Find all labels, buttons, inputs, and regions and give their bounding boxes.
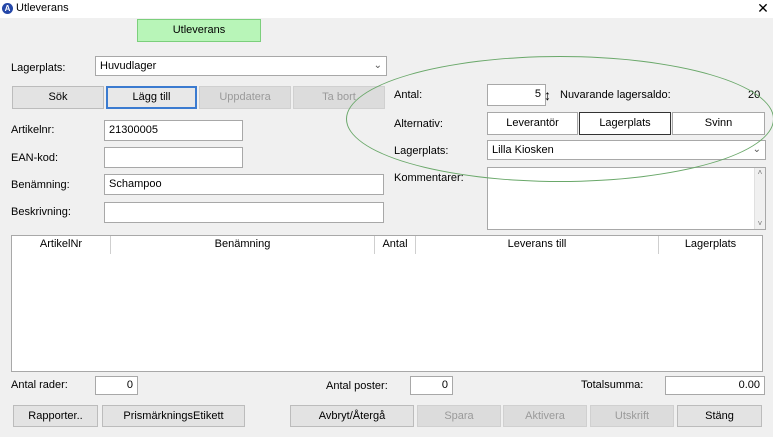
benamning-label: Benämning: [11, 179, 70, 191]
avbryt-button[interactable]: Avbryt/Återgå [290, 405, 414, 427]
window-title: Utleverans [16, 2, 69, 14]
uppdatera-button[interactable]: Uppdatera [199, 86, 291, 109]
saldo-value: 20 [748, 89, 761, 101]
kommentarer-scrollbar[interactable]: ˄ ˅ [754, 168, 765, 229]
totalsumma-value: 0.00 [665, 376, 765, 395]
kommentarer-textarea[interactable] [487, 167, 766, 230]
antal-poster-label: Antal poster: [326, 380, 388, 392]
lagerplats-label: Lagerplats: [11, 62, 66, 74]
utskrift-button[interactable]: Utskrift [590, 405, 674, 427]
aktivera-button[interactable]: Aktivera [503, 405, 587, 427]
lagerplats-right-value: Lilla Kiosken [492, 144, 554, 156]
benamning-input[interactable]: Schampoo [104, 174, 384, 195]
lagg-till-button[interactable]: Lägg till [106, 86, 197, 109]
artikelnr-label: Artikelnr: [11, 124, 55, 136]
antal-input[interactable]: 5 [487, 84, 546, 106]
antal-rader-value: 0 [95, 376, 138, 395]
scroll-up-icon[interactable]: ˄ [755, 168, 765, 178]
stang-button[interactable]: Stäng [677, 405, 762, 427]
column-header-lagerplats[interactable]: Lagerplats [659, 236, 762, 254]
chevron-down-icon: ⌄ [752, 144, 761, 155]
prismarkning-button[interactable]: PrismärkningsEtikett [102, 405, 245, 427]
antal-label: Antal: [394, 89, 423, 101]
alternativ-leverantor[interactable]: Leverantör [487, 112, 578, 135]
ean-input[interactable] [104, 147, 243, 168]
items-table[interactable]: ArtikelNr Benämning Antal Leverans till … [11, 235, 763, 372]
logo-icon: A [2, 3, 13, 14]
column-header-antal[interactable]: Antal [375, 236, 416, 254]
column-header-artikelnr[interactable]: ArtikelNr [12, 236, 111, 254]
scroll-down-icon[interactable]: ˅ [755, 219, 765, 229]
column-header-benamning[interactable]: Benämning [111, 236, 375, 254]
beskrivning-input[interactable] [104, 202, 384, 223]
table-header: ArtikelNr Benämning Antal Leverans till … [12, 236, 762, 254]
ta-bort-button[interactable]: Ta bort [293, 86, 385, 109]
lagerplats-right-label: Lagerplats: [394, 145, 449, 157]
saldo-label: Nuvarande lagersaldo: [560, 89, 671, 101]
sok-button[interactable]: Sök [12, 86, 104, 109]
alternativ-lagerplats[interactable]: Lagerplats [579, 112, 671, 135]
beskrivning-label: Beskrivning: [11, 206, 71, 218]
antal-poster-value: 0 [410, 376, 453, 395]
chevron-down-icon: ⌄ [373, 60, 382, 71]
spara-button[interactable]: Spara [417, 405, 501, 427]
up-down-arrow-icon[interactable]: ↕ [544, 88, 551, 102]
lagerplats-right-select[interactable]: Lilla Kiosken ⌄ [487, 140, 766, 160]
lagerplats-select[interactable]: Huvudlager ⌄ [95, 56, 387, 76]
mode-banner: Utleverans [137, 19, 261, 42]
ean-label: EAN-kod: [11, 152, 59, 164]
title-bar: A Utleverans ✕ [0, 0, 773, 18]
kommentarer-label: Kommentarer: [394, 172, 464, 184]
close-icon[interactable]: ✕ [754, 0, 772, 18]
totalsumma-label: Totalsumma: [581, 379, 644, 391]
column-header-leverans-till[interactable]: Leverans till [416, 236, 659, 254]
alternativ-label: Alternativ: [394, 118, 443, 130]
antal-rader-label: Antal rader: [11, 379, 68, 391]
lagerplats-select-value: Huvudlager [100, 60, 157, 72]
alternativ-svinn[interactable]: Svinn [672, 112, 765, 135]
artikelnr-input[interactable]: 21300005 [104, 120, 243, 141]
rapporter-button[interactable]: Rapporter.. [13, 405, 98, 427]
